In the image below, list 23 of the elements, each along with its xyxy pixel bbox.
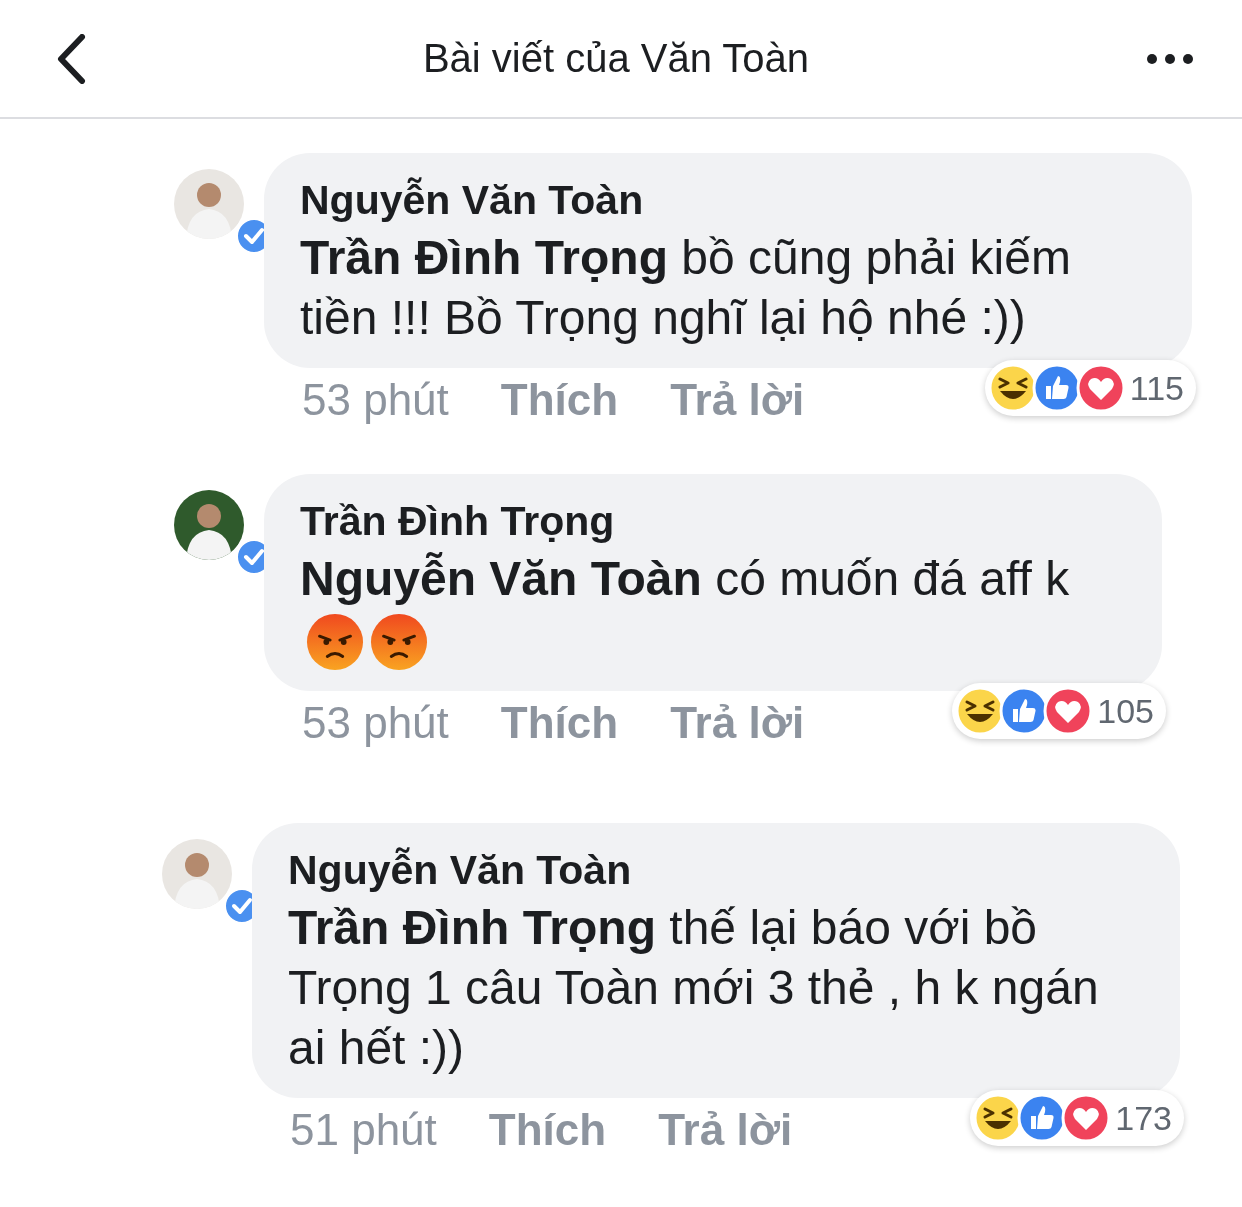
comment-text: Trần Đình Trọng thế lại báo với bồ Trọng 1 câu Toàn mới 3 thẻ , h k ngán ai hết :)) [288, 901, 1099, 1075]
comment-action-link[interactable]: Trả lời [670, 697, 805, 750]
comment-author[interactable]: Trần Đình Trọng [300, 498, 1130, 545]
comment-action-link[interactable]: Trả lời [670, 374, 805, 426]
comment-action-link[interactable]: Thích [500, 374, 619, 426]
page-title: Bài viết của Văn Toàn [422, 36, 810, 81]
more-icon[interactable] [1146, 52, 1194, 65]
comment-action-link[interactable]: Thích [500, 697, 619, 750]
comment-time: 53 phút [302, 374, 449, 426]
reaction-count-pill[interactable]: 173 [970, 1090, 1184, 1147]
comment-action-link[interactable]: Trả lời [658, 1104, 793, 1157]
comment-text: Nguyễn Văn Toàn có muốn đá aff k [300, 552, 1070, 665]
back-icon[interactable] [56, 33, 86, 84]
comment-action-link[interactable]: Thích [488, 1104, 607, 1157]
comment-author[interactable]: Nguyễn Văn Toàn [300, 177, 1160, 224]
angry-face-icon [370, 613, 428, 672]
comment-time: 51 phút [290, 1104, 437, 1157]
reaction-count-pill[interactable]: 115 [984, 360, 1196, 416]
comment-text: Trần Đình Trọng bồ cũng phải kiếm tiền !!! Bồ Trọng nghĩ lại hộ nhé :)) [300, 231, 1071, 344]
angry-face-icon [306, 613, 364, 672]
comment-time: 53 phút [302, 697, 449, 750]
comment-author[interactable]: Nguyễn Văn Toàn [288, 847, 1148, 895]
reaction-count-pill[interactable]: 105 [952, 683, 1166, 740]
